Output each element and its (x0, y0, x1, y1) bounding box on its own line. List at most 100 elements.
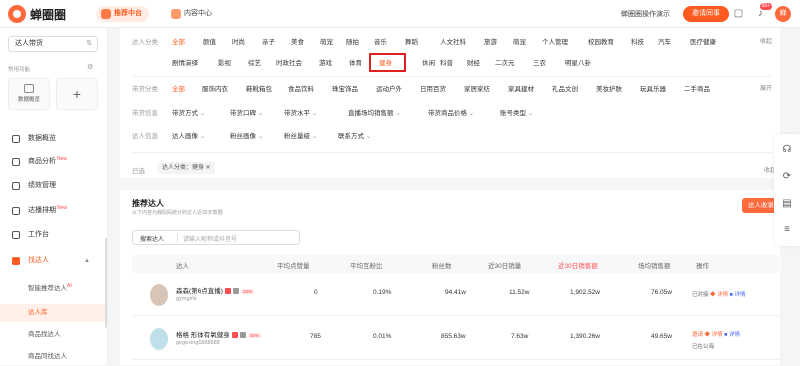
filter-option[interactable]: 二手商品 (684, 83, 710, 93)
book-icon[interactable]: ▤ (781, 198, 793, 210)
talent-search[interactable]: 搜索达人 请输入昵称或抖音号 (132, 230, 300, 245)
col-avg-revenue[interactable]: 场均销售额 (638, 260, 671, 270)
talent-avatar[interactable] (150, 328, 168, 350)
menu-find-talent[interactable]: 找达人 ▲ (0, 252, 106, 270)
brand-logo[interactable]: 蝉圈圈 (8, 5, 66, 23)
filter-option[interactable]: 医疗健康 (690, 36, 716, 46)
user-avatar[interactable]: 蝉 (775, 6, 791, 22)
filter-dropdown[interactable]: 带货水平 ⌄ (284, 107, 317, 117)
filter-dropdown[interactable]: 粉丝画像 ⌄ (230, 130, 263, 140)
menu-schedule[interactable]: 达播排期New (0, 202, 106, 220)
filter-option[interactable]: 全部 (172, 36, 185, 46)
filter-option[interactable]: 食品饮料 (288, 83, 314, 93)
menu-data-overview[interactable]: 数据概览 (0, 130, 106, 148)
table-row[interactable]: 格格 形体有氧健身 45% gegexing6888888 785 0.01% 8… (132, 318, 782, 360)
filter-option[interactable]: 美食 (291, 36, 304, 46)
filter-option[interactable]: 旅游 (484, 36, 497, 46)
filter-option[interactable]: 财经 (467, 57, 480, 67)
search-type-select[interactable]: 搜索达人 (140, 234, 164, 243)
filter-option[interactable]: 校园教育 (588, 36, 614, 46)
filter-option[interactable]: 音乐 (374, 36, 387, 46)
sub-similar-find[interactable]: 商品同找达人 (0, 348, 106, 366)
filter-option[interactable]: 日用百货 (420, 83, 446, 93)
filter-option[interactable]: 影视 (218, 57, 231, 67)
filter-option[interactable]: 人文社科 (440, 36, 466, 46)
detail-link[interactable]: ◆ 详情 (710, 292, 728, 298)
col-sales[interactable]: 近30日销量 (488, 260, 521, 270)
filter-option[interactable]: 二次元 (495, 57, 515, 67)
refresh-icon[interactable]: ⟳ (781, 171, 793, 183)
filter-option[interactable]: 礼品文创 (552, 83, 578, 93)
table-row[interactable]: 森森(第6点直播) 33% gymgirls 0 0.19% 94.41w 11.… (132, 274, 782, 316)
filter-option[interactable]: 服饰内衣 (202, 83, 228, 93)
add-shortcut-button[interactable]: + (56, 78, 98, 110)
filter-option[interactable]: 珠宝饰品 (332, 83, 358, 93)
filter-option[interactable]: 剧情演绎 (172, 57, 198, 67)
menu-performance[interactable]: 绩效管理 (0, 177, 106, 195)
filter-option[interactable]: 家居家纺 (464, 83, 490, 93)
filter-option[interactable]: 科技 (631, 36, 644, 46)
detail-link-2[interactable]: ■ 详情 (724, 332, 740, 338)
filter-option[interactable]: 家具建材 (508, 83, 534, 93)
filter-option[interactable]: 随拍 (346, 36, 359, 46)
filter-option[interactable]: 明星八卦 (565, 57, 591, 67)
sub-talent-library[interactable]: 达人库 (0, 304, 106, 322)
gear-icon[interactable]: ⚙ (87, 63, 93, 71)
headset-icon[interactable]: ☊ (781, 144, 793, 156)
menu-goods-analysis[interactable]: 商品分析New (0, 153, 106, 171)
filter-option[interactable]: 三农 (533, 57, 546, 67)
talent-avatar[interactable] (150, 284, 168, 306)
filter-option[interactable]: 玩具乐器 (640, 83, 666, 93)
detail-link[interactable]: ◆ 详情 (705, 332, 723, 338)
filter-dropdown[interactable]: 粉丝量级 ⌄ (284, 130, 317, 140)
collapse-categories[interactable]: 收起 (760, 36, 772, 45)
filter-option[interactable]: 休闲 (422, 57, 435, 67)
filter-option[interactable]: 全部 (172, 83, 185, 93)
detail-link-2[interactable]: ■ 详情 (730, 292, 746, 298)
talent-name[interactable]: 森森(第6点直播) 33% (176, 285, 254, 295)
filter-option[interactable]: 个人管理 (542, 36, 568, 46)
tab-content[interactable]: 内容中心 (166, 6, 219, 22)
filter-option[interactable]: 亲子 (262, 36, 275, 46)
filter-option[interactable]: 综艺 (248, 57, 261, 67)
sub-goods-find[interactable]: 商品找达人 (0, 326, 106, 344)
filter-dropdown[interactable]: 带货口碑 ⌄ (230, 107, 263, 117)
filter-option[interactable]: 鞋靴箱包 (246, 83, 272, 93)
filter-option[interactable]: 颜值 (203, 36, 216, 46)
menu-workbench[interactable]: 工作台 (0, 226, 106, 244)
settings-icon[interactable]: ≡ (781, 224, 793, 236)
sidebar-scrollbar[interactable] (105, 238, 107, 328)
filter-option[interactable]: 萌宠 (513, 36, 526, 46)
store-select[interactable]: 达人带货 ⇅ (8, 36, 98, 52)
filter-dropdown[interactable]: 达人画像 ⌄ (172, 130, 205, 140)
filter-option[interactable]: 体育 (349, 57, 362, 67)
sub-smart-recommend[interactable]: 智能推荐达人AI (0, 280, 106, 298)
col-likes[interactable]: 平均点赞量 (277, 260, 310, 270)
invite-button[interactable]: 邀请同事 (683, 6, 729, 22)
filter-option[interactable]: 游戏 (319, 57, 332, 67)
filter-dropdown[interactable]: 账号类型 ⌄ (500, 107, 533, 117)
filter-option[interactable]: 萌宠 (320, 36, 333, 46)
shortcut-data-overview[interactable]: 数据概览 (8, 78, 50, 110)
selected-filter-chip[interactable]: 达人分类：健身 ✕ (158, 162, 215, 174)
invite-link[interactable]: 邀请 (692, 332, 703, 338)
talent-name[interactable]: 格格 形体有氧健身 45% (176, 329, 261, 339)
filter-dropdown[interactable]: 带货方式 ⌄ (172, 107, 205, 117)
folder-icon[interactable]: ▢ (733, 8, 744, 19)
col-mutual[interactable]: 平均互粉比 (350, 260, 383, 270)
filter-option[interactable]: 运动户外 (376, 83, 402, 93)
filter-option[interactable]: 时政社会 (276, 57, 302, 67)
filter-option[interactable]: 美妆护肤 (596, 83, 622, 93)
col-revenue[interactable]: 近30日销售额 (558, 260, 598, 270)
filter-option[interactable]: 舞蹈 (405, 36, 418, 46)
filter-option[interactable]: 科普 (440, 57, 453, 67)
col-fans[interactable]: 粉丝数 (432, 260, 452, 270)
search-input[interactable]: 请输入昵称或抖音号 (183, 234, 237, 243)
account-name[interactable]: 蝉圈圈操作演示 (621, 9, 670, 19)
filter-option[interactable]: 时尚 (232, 36, 245, 46)
expand-goods[interactable]: 展开 (760, 83, 772, 92)
filter-dropdown[interactable]: 直播场均销售额 ⌄ (348, 107, 401, 117)
tab-recommend[interactable]: 推荐中台 (96, 6, 149, 22)
filter-dropdown[interactable]: 带货商品价格 ⌄ (428, 107, 474, 117)
filter-dropdown[interactable]: 联系方式 ⌄ (338, 130, 371, 140)
